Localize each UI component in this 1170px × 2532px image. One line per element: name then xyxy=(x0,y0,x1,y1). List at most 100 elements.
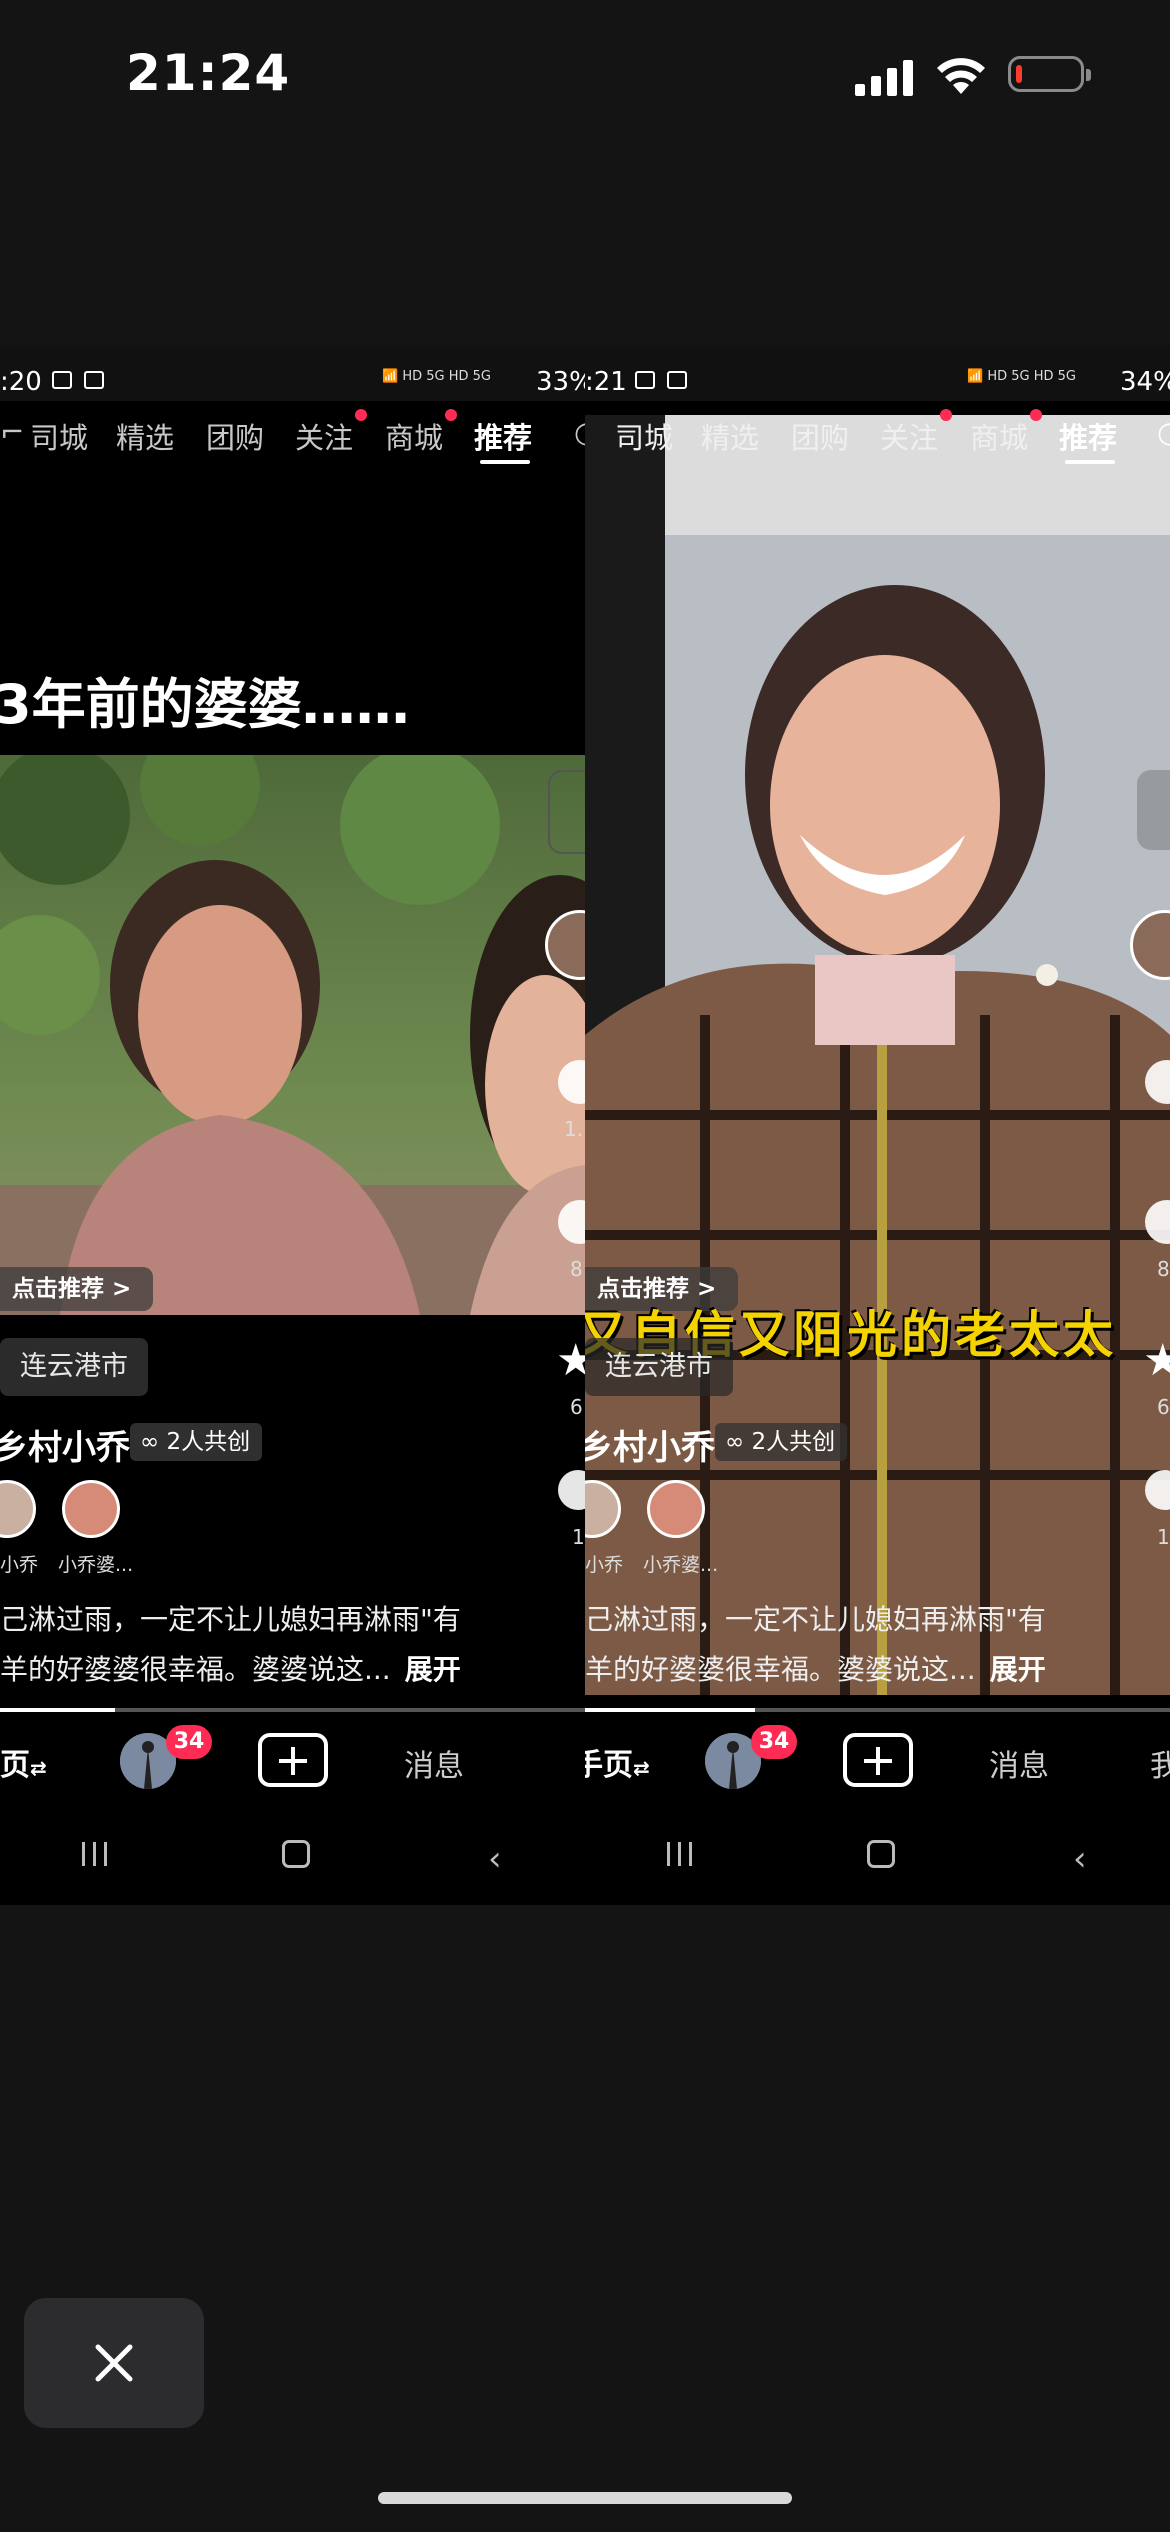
author-name[interactable]: 乡村小乔 xyxy=(0,1420,130,1469)
comment-count: 8 xyxy=(570,1257,583,1281)
create-plus-button[interactable] xyxy=(843,1733,913,1787)
video-title-text: 3年前的婆婆…… xyxy=(0,673,410,736)
notification-dot xyxy=(355,409,368,421)
gallery-notification-icon xyxy=(635,371,655,389)
co-creator-avatar[interactable] xyxy=(62,1480,120,1538)
battery-percent: 34% xyxy=(1120,367,1170,397)
home-button-icon[interactable] xyxy=(282,1840,310,1868)
search-icon[interactable]: ○ xyxy=(1157,415,1170,449)
network-indicators-icon: 📶 HD 5G HD 5G xyxy=(967,369,1076,384)
cocreate-label: 2人共创 xyxy=(166,1429,251,1455)
tab-tuijian[interactable]: 推荐 xyxy=(474,415,532,457)
tab-jingxuan[interactable]: 精选 xyxy=(116,415,174,457)
tab-tuangou[interactable]: 团购 xyxy=(206,415,264,457)
tab-shangcheng[interactable]: 商城 xyxy=(970,409,1043,457)
back-button-icon[interactable]: ‹ xyxy=(1073,1839,1087,1879)
co-creator-name: 小乔 xyxy=(0,1554,39,1576)
tab-guanzhu-label: 关注 xyxy=(295,421,354,455)
battery-percent: 33% xyxy=(536,367,585,397)
description-text: 羊的好婆婆很幸福。婆婆说这... xyxy=(585,1653,976,1686)
tab-tuijian[interactable]: 推荐 xyxy=(1059,415,1117,457)
cocreate-badge[interactable]: ∞ 2人共创 xyxy=(715,1423,848,1461)
tab-tongcheng[interactable]: 司城 xyxy=(30,415,88,457)
notification-dot xyxy=(940,409,953,421)
description-line: 羊的好婆婆很幸福。婆婆说这... 展开 xyxy=(0,1645,461,1695)
network-indicators-icon: 📶 HD 5G HD 5G xyxy=(382,369,491,384)
author-name[interactable]: 乡村小乔 xyxy=(585,1420,715,1469)
video-frame[interactable] xyxy=(0,755,585,1315)
ios-status-bar: 21:24 xyxy=(0,0,1170,160)
co-creator-avatar[interactable] xyxy=(0,1480,36,1538)
co-creator-avatar[interactable] xyxy=(647,1480,705,1538)
recommend-chip[interactable]: 点击推荐 > xyxy=(0,1267,154,1311)
nav-home[interactable]: 页⇄ xyxy=(0,1740,47,1784)
favorite-star-icon[interactable]: ★ xyxy=(1143,1335,1170,1386)
link-icon: ∞ xyxy=(140,1429,167,1455)
android-status-time: :20 xyxy=(0,367,42,397)
android-status-bar: :20 📶 HD 5G HD 5G 33% xyxy=(0,345,585,401)
expand-link[interactable]: 展开 xyxy=(405,1653,461,1686)
battery-icon xyxy=(1008,56,1091,92)
favorite-count: 6 xyxy=(570,1395,583,1419)
nav-home-label: 页 xyxy=(0,1748,30,1783)
nav-home-label: 手页 xyxy=(585,1748,633,1783)
cocreate-badge[interactable]: ∞ 2人共创 xyxy=(130,1423,263,1461)
video-progress-bar[interactable] xyxy=(0,1708,585,1712)
home-indicator[interactable] xyxy=(378,2492,792,2504)
tab-shangcheng-label: 商城 xyxy=(385,421,444,455)
recent-apps-icon[interactable] xyxy=(665,1840,695,1868)
favorite-count: 6 xyxy=(1157,1395,1170,1419)
nav-messages[interactable]: 消息 xyxy=(404,1741,464,1785)
notification-dot xyxy=(1030,409,1043,421)
location-chip[interactable]: 连云港市 xyxy=(0,1338,148,1396)
tab-shangcheng[interactable]: 商城 xyxy=(385,409,458,457)
swap-icon: ⇄ xyxy=(633,1756,650,1780)
co-creator-name: 小乔婆... xyxy=(58,1554,134,1576)
close-button[interactable] xyxy=(24,2298,204,2428)
wifi-icon xyxy=(937,58,985,94)
screenshot-panel-left: :20 📶 HD 5G HD 5G 33% ⌐ 司城 精选 团购 关注 商城 推… xyxy=(0,345,585,1905)
top-tabs: ⌐ 司城 精选 团购 关注 商城 推荐 ○ xyxy=(0,409,585,465)
link-icon: ∞ xyxy=(725,1429,752,1455)
search-icon[interactable]: ○ xyxy=(574,415,585,449)
tab-guanzhu-label: 关注 xyxy=(880,421,939,455)
cocreate-label: 2人共创 xyxy=(751,1429,836,1455)
share-corner-button[interactable] xyxy=(548,770,585,854)
tab-tongcheng[interactable]: 司城 xyxy=(615,415,673,457)
notification-badge: 34 xyxy=(751,1725,797,1759)
active-tab-underline xyxy=(1065,460,1115,464)
create-plus-button[interactable] xyxy=(258,1733,328,1787)
description-line: 己淋过雨，一定不让儿媳妇再淋雨"有 xyxy=(585,1603,1046,1636)
co-creator-name: 小乔 xyxy=(585,1554,624,1576)
share-corner-button[interactable] xyxy=(1137,770,1170,850)
tab-jingxuan[interactable]: 精选 xyxy=(701,415,759,457)
co-creator-name: 小乔婆... xyxy=(643,1554,719,1576)
status-time: 21:24 xyxy=(126,44,291,102)
nav-me[interactable]: 我 xyxy=(1150,1741,1170,1785)
check-notification-icon xyxy=(84,371,104,389)
location-chip[interactable]: 连云港市 xyxy=(585,1338,733,1396)
tab-guanzhu[interactable]: 关注 xyxy=(295,409,368,457)
home-button-icon[interactable] xyxy=(867,1840,895,1868)
recent-apps-icon[interactable] xyxy=(80,1840,110,1868)
video-scene-image xyxy=(0,755,585,1315)
description-line: 己淋过雨，一定不让儿媳妇再淋雨"有 xyxy=(0,1603,461,1636)
tab-guanzhu[interactable]: 关注 xyxy=(880,409,953,457)
favorite-star-icon[interactable]: ★ xyxy=(556,1335,585,1386)
description-line: 羊的好婆婆很幸福。婆婆说这... 展开 xyxy=(585,1645,1046,1695)
check-notification-icon xyxy=(667,371,687,389)
back-button-icon[interactable]: ‹ xyxy=(488,1839,502,1879)
nav-messages[interactable]: 消息 xyxy=(989,1741,1049,1785)
android-status-bar: :21 📶 HD 5G HD 5G 34% xyxy=(585,345,1170,401)
tab-shangcheng-label: 商城 xyxy=(970,421,1029,455)
share-arrow-icon[interactable] xyxy=(558,1470,585,1510)
nav-home[interactable]: 手页⇄ xyxy=(585,1740,650,1784)
tab-partial-icon[interactable]: ⌐ xyxy=(0,415,24,449)
android-status-time: :21 xyxy=(585,367,627,397)
swap-icon: ⇄ xyxy=(30,1756,47,1780)
close-icon xyxy=(95,2344,133,2382)
progress-fill xyxy=(0,1708,115,1712)
like-count: 1. xyxy=(564,1117,584,1141)
expand-link[interactable]: 展开 xyxy=(990,1653,1046,1686)
tab-tuangou[interactable]: 团购 xyxy=(791,415,849,457)
